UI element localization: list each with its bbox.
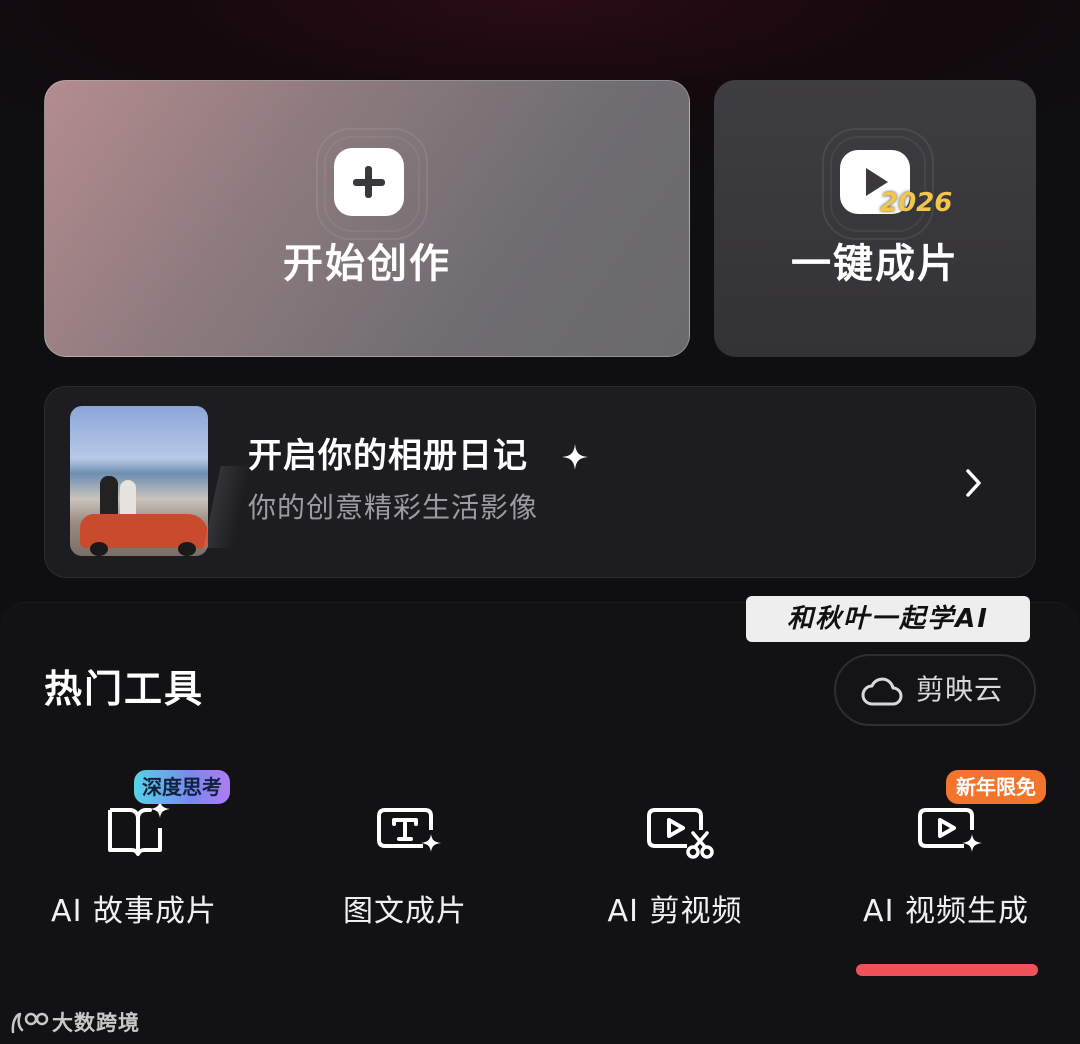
tool-image-text-video[interactable]: 图文成片	[285, 790, 525, 940]
jianying-cloud-button[interactable]: 剪映云	[834, 654, 1036, 726]
brand-name: 大数跨境	[52, 1011, 140, 1035]
one-click-video-label: 一键成片	[791, 241, 959, 287]
chevron-right-icon[interactable]	[958, 466, 988, 500]
tool-image-text-video-label: 图文成片	[343, 894, 467, 929]
tool-ai-story-video[interactable]: AI 故事成片	[14, 790, 254, 940]
tool-ai-video-cut-label: AI 剪视频	[607, 894, 743, 929]
cloud-icon	[861, 677, 903, 706]
video-sparkle-icon	[918, 808, 982, 852]
album-thumbnail	[70, 406, 208, 556]
watermark-tag: 和秋叶一起学AI	[746, 596, 1030, 642]
album-diary-title: 开启你的相册日记	[248, 436, 528, 476]
deep-thinking-badge: 深度思考	[134, 770, 230, 804]
tool-ai-story-video-label: AI 故事成片	[51, 894, 217, 929]
tool-ai-video-generate-label: AI 视频生成	[863, 894, 1029, 929]
jianying-cloud-label: 剪映云	[916, 673, 1004, 706]
tool-ai-video-cut[interactable]: AI 剪视频	[555, 790, 795, 940]
selected-tab-indicator	[856, 964, 1038, 976]
hot-tools-title: 热门工具	[44, 667, 205, 711]
tool-ai-video-generate[interactable]: AI 视频生成	[826, 790, 1066, 940]
album-diary-subtitle: 你的创意精彩生活影像	[248, 491, 539, 524]
plus-icon	[334, 148, 404, 216]
video-scissors-icon	[647, 808, 714, 859]
year-badge: 2026	[880, 188, 953, 218]
text-frame-icon	[377, 808, 441, 852]
brand-logo-icon	[11, 1012, 49, 1034]
new-year-free-badge: 新年限免	[946, 770, 1046, 804]
start-creating-label: 开始创作	[283, 241, 451, 287]
book-sparkle-icon	[108, 800, 170, 856]
sparkle-icon	[562, 444, 588, 470]
